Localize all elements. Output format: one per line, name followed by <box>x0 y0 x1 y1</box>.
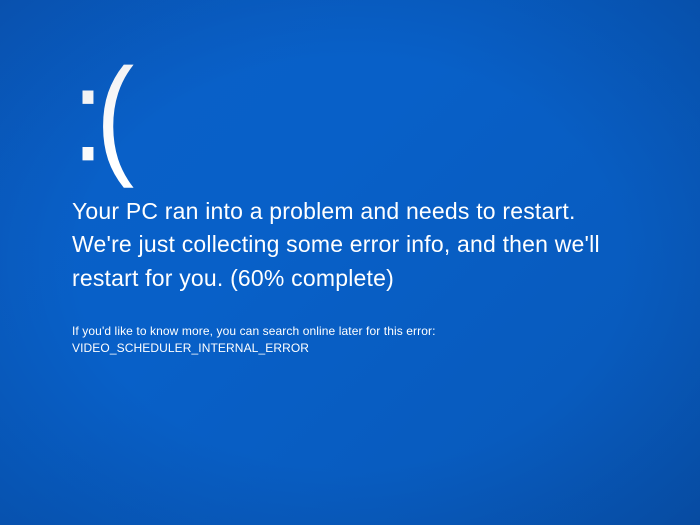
bsod-screen: :( Your PC ran into a problem and needs … <box>0 0 700 525</box>
error-message: Your PC ran into a problem and needs to … <box>72 195 628 295</box>
sad-face-emoticon: :( <box>72 50 628 182</box>
error-detail: If you'd like to know more, you can sear… <box>72 323 628 357</box>
